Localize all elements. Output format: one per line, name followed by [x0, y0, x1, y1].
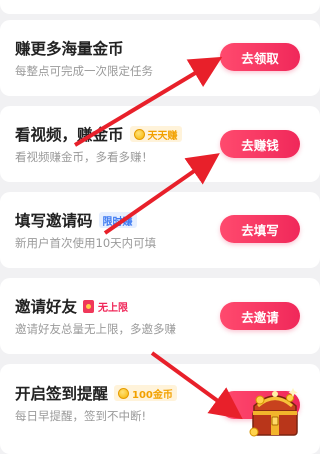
task-subtitle: 新用户首次使用10天内可填 [15, 236, 157, 250]
coin-reward-badge: 100金币 [114, 385, 177, 401]
coin-icon [118, 387, 130, 399]
task-title-text: 看视频，赚金币 [15, 126, 124, 144]
treasure-chest-icon[interactable] [246, 382, 304, 440]
task-card-more-coins: 赚更多海量金币 每整点可完成一次限定任务 去领取 [0, 20, 320, 96]
task-subtitle: 邀请好友总量无上限，多邀多赚 [15, 322, 176, 336]
red-packet-icon [83, 299, 95, 313]
task-title: 开启签到提醒 100金币 [15, 382, 177, 404]
task-card-watch-video: 看视频，赚金币 天天赚 看视频赚金币，多看多赚！ 去赚钱 [0, 106, 320, 182]
task-subtitle: 看视频赚金币，多看多赚！ [15, 150, 153, 164]
badge-text: 天天赚 [147, 130, 178, 142]
claim-button[interactable]: 去领取 [220, 43, 300, 71]
coin-icon [133, 128, 145, 140]
task-card-invite-friends: 邀请好友 无上限 邀请好友总量无上限，多邀多赚 去邀请 [0, 278, 320, 354]
unlimited-badge: 无上限 [83, 298, 128, 314]
task-title: 邀请好友 无上限 [15, 295, 128, 317]
earn-money-button[interactable]: 去赚钱 [220, 130, 300, 158]
task-title-text: 赚更多海量金币 [15, 40, 124, 58]
task-subtitle: 每日早提醒，签到不中断! [15, 409, 147, 423]
badge-text: 无上限 [98, 302, 129, 314]
task-subtitle: 每整点可完成一次限定任务 [15, 64, 153, 78]
task-card-invite-code: 填写邀请码 限时赚 新用户首次使用10天内可填 去填写 [0, 192, 320, 268]
task-title-text: 填写邀请码 [15, 212, 93, 230]
task-title: 赚更多海量金币 [15, 37, 124, 59]
daily-earn-badge: 天天赚 [129, 126, 182, 142]
task-title-text: 邀请好友 [15, 298, 78, 316]
task-title: 填写邀请码 限时赚 [15, 209, 137, 231]
fill-in-button[interactable]: 去填写 [220, 215, 300, 243]
badge-text: 限时赚 [102, 216, 133, 228]
task-title: 看视频，赚金币 天天赚 [15, 123, 182, 145]
badge-text: 100金币 [132, 389, 173, 401]
task-card-checkin-reminder: 开启签到提醒 100金币 每日早提醒，签到不中断! [0, 364, 320, 454]
task-title-text: 开启签到提醒 [15, 385, 109, 403]
previous-card [0, 0, 320, 14]
invite-button[interactable]: 去邀请 [220, 302, 300, 330]
limited-time-badge: 限时赚 [98, 212, 137, 228]
